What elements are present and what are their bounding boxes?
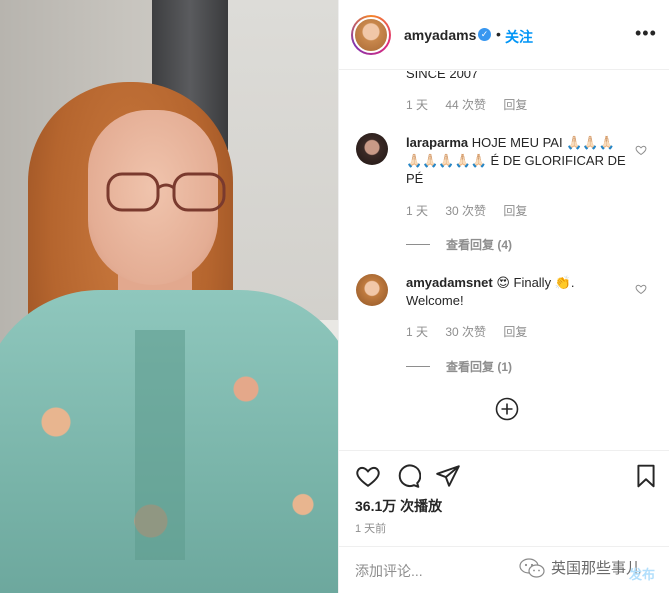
watermark-text: 英国那些事儿 [551,560,642,577]
post-timestamp[interactable]: 1 天前 [355,520,386,536]
comment-meta: 1 天 30 次赞 回复 [406,323,541,340]
commenter-username[interactable]: amyadamsnet [406,275,493,290]
comment-icon[interactable] [395,463,421,489]
glasses-shape [106,172,226,212]
comment-meta: 1 天 44 次赞 回复 [406,96,541,113]
comment-time: 1 天 [406,204,429,218]
heart-icon[interactable] [635,283,647,295]
comment-meta: 1 天 30 次赞 回复 [406,202,541,219]
view-replies-button[interactable]: 查看回复 (4) [406,236,512,253]
commenter-username[interactable]: laraparma [406,135,468,150]
video-player[interactable] [0,0,338,593]
heart-icon[interactable] [355,463,381,489]
comment-likes[interactable]: 44 次赞 [445,98,486,112]
comment-time: 1 天 [406,98,429,112]
commenter-avatar[interactable] [356,133,388,165]
replies-divider [406,366,430,367]
add-comment-bar: 英国那些事儿 发布 [339,546,669,593]
commenter-avatar[interactable] [356,274,388,306]
reply-button[interactable]: 回复 [503,325,527,339]
wechat-icon [519,557,545,578]
verified-badge-icon: ✓ [478,28,491,41]
comments-list[interactable]: SINCE 2007 1 天 44 次赞 回复 laraparma HOJE M… [339,71,669,449]
watermark: 英国那些事儿 [519,557,641,578]
replies-divider [406,244,430,245]
comment-text: SINCE 2007 [406,71,479,81]
post-header: amyadams ✓ • 关注 ••• [339,0,669,70]
post-actions: 36.1万 次播放 1 天前 [339,450,669,545]
share-icon[interactable] [435,463,461,489]
plus-circle-icon[interactable] [495,397,519,421]
view-replies-label: 查看回复 (4) [446,238,513,252]
view-replies-button[interactable]: 查看回复 (1) [406,358,512,375]
heart-icon[interactable] [635,144,647,156]
author-avatar[interactable] [351,15,391,55]
author-username[interactable]: amyadams [404,27,476,43]
play-count[interactable]: 36.1万 次播放 [355,496,442,516]
more-options-icon[interactable]: ••• [635,24,657,42]
comment-likes[interactable]: 30 次赞 [445,325,486,339]
comment-likes[interactable]: 30 次赞 [445,204,486,218]
view-replies-label: 查看回复 (1) [446,360,513,374]
header-separator: • [496,26,501,42]
bookmark-icon[interactable] [633,463,659,489]
post-button[interactable]: 发布 [629,564,655,583]
comment-body: amyadamsnet 😍 Finally 👏. Welcome! [406,274,626,310]
comment-body: laraparma HOJE MEU PAI 🙏🏻🙏🏻🙏🏻🙏🏻🙏🏻🙏🏻🙏🏻🙏🏻 … [406,134,626,188]
post-panel: amyadams ✓ • 关注 ••• SINCE 2007 1 天 44 次赞… [338,0,669,593]
reply-button[interactable]: 回复 [503,98,527,112]
comment-time: 1 天 [406,325,429,339]
blouse-yoke [135,330,185,560]
reply-button[interactable]: 回复 [503,204,527,218]
follow-button[interactable]: 关注 [505,27,533,47]
